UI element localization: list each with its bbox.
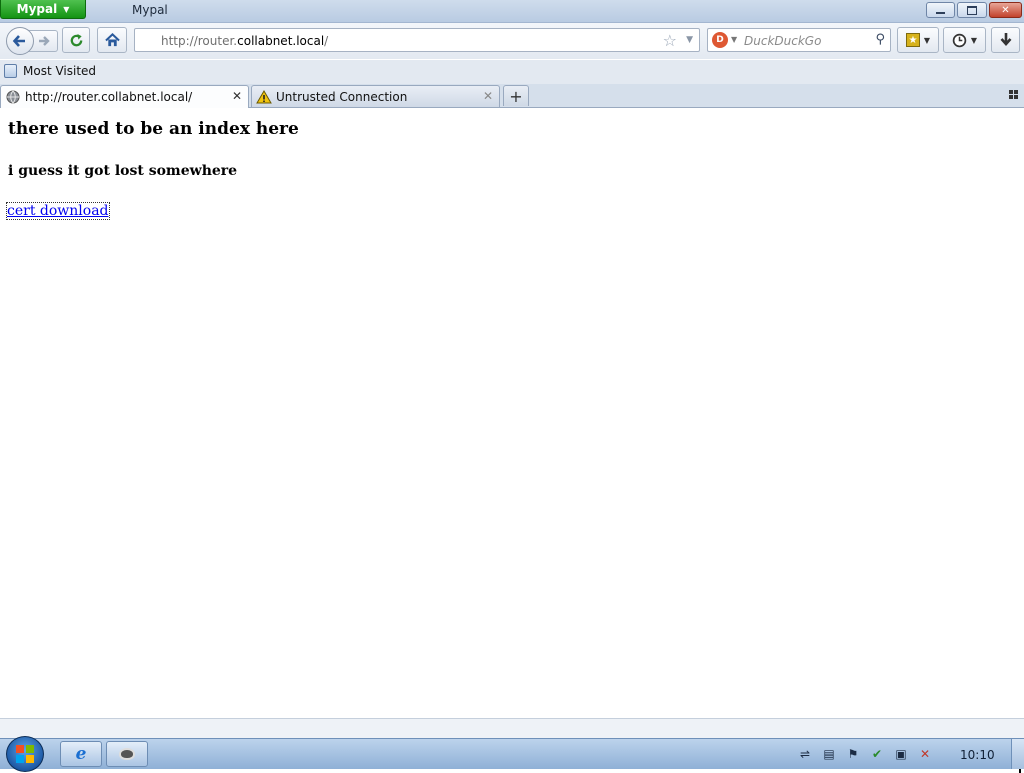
clock[interactable]: 10:10 xyxy=(960,748,995,762)
app-menu-button[interactable]: Mypal ▼ xyxy=(0,0,86,19)
security-shield-icon[interactable]: ✔ xyxy=(870,747,884,761)
minimize-button[interactable] xyxy=(926,2,955,18)
search-bar[interactable]: D ▼ DuckDuckGo ⚲ xyxy=(707,28,891,52)
bookmark-star-icon[interactable]: ☆ xyxy=(663,31,677,50)
mypal-raccoon-icon xyxy=(119,748,135,760)
url-history-dropdown-icon[interactable]: ▼ xyxy=(686,35,693,45)
start-button[interactable] xyxy=(6,736,44,772)
search-placeholder: DuckDuckGo xyxy=(744,34,822,48)
new-tab-button[interactable]: + xyxy=(503,85,529,106)
close-window-button[interactable]: ✕ xyxy=(989,2,1022,18)
internet-explorer-icon: e xyxy=(75,744,87,764)
reload-icon xyxy=(70,33,82,46)
bookmarks-toolbar: Most Visited xyxy=(0,60,1024,84)
app-menu-label: Mypal xyxy=(16,2,58,16)
title-bar: Mypal ▼ Mypal ✕ xyxy=(0,0,1024,23)
tab-untrusted-connection[interactable]: Untrusted Connection ✕ xyxy=(251,85,500,107)
close-icon: ✕ xyxy=(1001,4,1010,16)
taskbar: e ⇌ ▤ ⚑ ✔ ▣ ✕ 10:10 xyxy=(0,736,1024,772)
engine-chevron-down-icon: ▼ xyxy=(731,35,738,44)
reload-button[interactable] xyxy=(62,27,90,53)
window-title: Mypal xyxy=(132,3,168,17)
back-button[interactable] xyxy=(6,27,34,55)
bookmark-label: Most Visited xyxy=(23,64,97,78)
close-tab-icon[interactable]: ✕ xyxy=(232,89,242,103)
network-icon[interactable]: ▣ xyxy=(894,747,908,761)
volume-muted-icon[interactable]: ✕ xyxy=(918,747,932,761)
page-content: there used to be an index here i guess i… xyxy=(0,108,1024,773)
globe-icon xyxy=(5,89,21,105)
clock-icon xyxy=(952,33,967,47)
tab-strip: http://router.collabnet.local/ ✕ Untrust… xyxy=(0,84,1024,108)
action-center-flag-icon[interactable]: ⚑ xyxy=(846,747,860,761)
download-arrow-icon xyxy=(1000,33,1011,46)
chevron-down-icon: ▼ xyxy=(970,35,978,45)
taskbar-mypal[interactable] xyxy=(106,741,148,767)
bookmarks-star-icon: ★ xyxy=(905,33,920,47)
show-desktop-button[interactable] xyxy=(1011,739,1024,769)
tab-label: http://router.collabnet.local/ xyxy=(25,90,193,104)
bookmarks-menu-button[interactable]: ★ ▼ xyxy=(897,27,939,53)
chevron-down-icon: ▼ xyxy=(63,4,70,14)
close-tab-icon[interactable]: ✕ xyxy=(483,89,493,103)
back-arrow-icon xyxy=(12,35,25,47)
minimize-icon xyxy=(936,11,945,14)
taskbar-internet-explorer[interactable]: e xyxy=(60,741,102,767)
url-text: http://router.collabnet.local/ xyxy=(161,34,329,48)
page-subheading: i guess it got lost somewhere xyxy=(8,163,238,179)
home-button[interactable] xyxy=(97,27,127,53)
chevron-down-icon: ▼ xyxy=(923,35,931,45)
url-bar[interactable]: http://router.collabnet.local/ ☆ ▼ xyxy=(134,28,700,52)
home-icon xyxy=(104,33,120,47)
forward-arrow-icon xyxy=(39,36,50,46)
status-bar xyxy=(0,718,1024,739)
page-heading: there used to be an index here xyxy=(8,119,299,139)
document-icon[interactable]: ▤ xyxy=(822,747,836,761)
restore-icon xyxy=(967,5,977,15)
search-engine-icon[interactable]: D xyxy=(712,32,728,48)
bookmark-most-visited[interactable]: Most Visited xyxy=(4,64,96,78)
usb-icon[interactable]: ⇌ xyxy=(798,747,812,761)
list-all-tabs-icon[interactable] xyxy=(1009,90,1018,99)
search-icon[interactable]: ⚲ xyxy=(875,32,885,47)
tab-router[interactable]: http://router.collabnet.local/ ✕ xyxy=(0,85,249,108)
downloads-button[interactable] xyxy=(991,27,1020,53)
navigation-toolbar: http://router.collabnet.local/ ☆ ▼ D ▼ D… xyxy=(0,23,1024,59)
restore-button[interactable] xyxy=(957,2,987,18)
tab-label: Untrusted Connection xyxy=(276,89,408,104)
warning-icon xyxy=(256,89,272,105)
plus-icon: + xyxy=(509,86,523,106)
cert-download-link[interactable]: cert download xyxy=(6,202,110,220)
folder-icon xyxy=(4,64,17,78)
history-button[interactable]: ▼ xyxy=(943,27,986,53)
